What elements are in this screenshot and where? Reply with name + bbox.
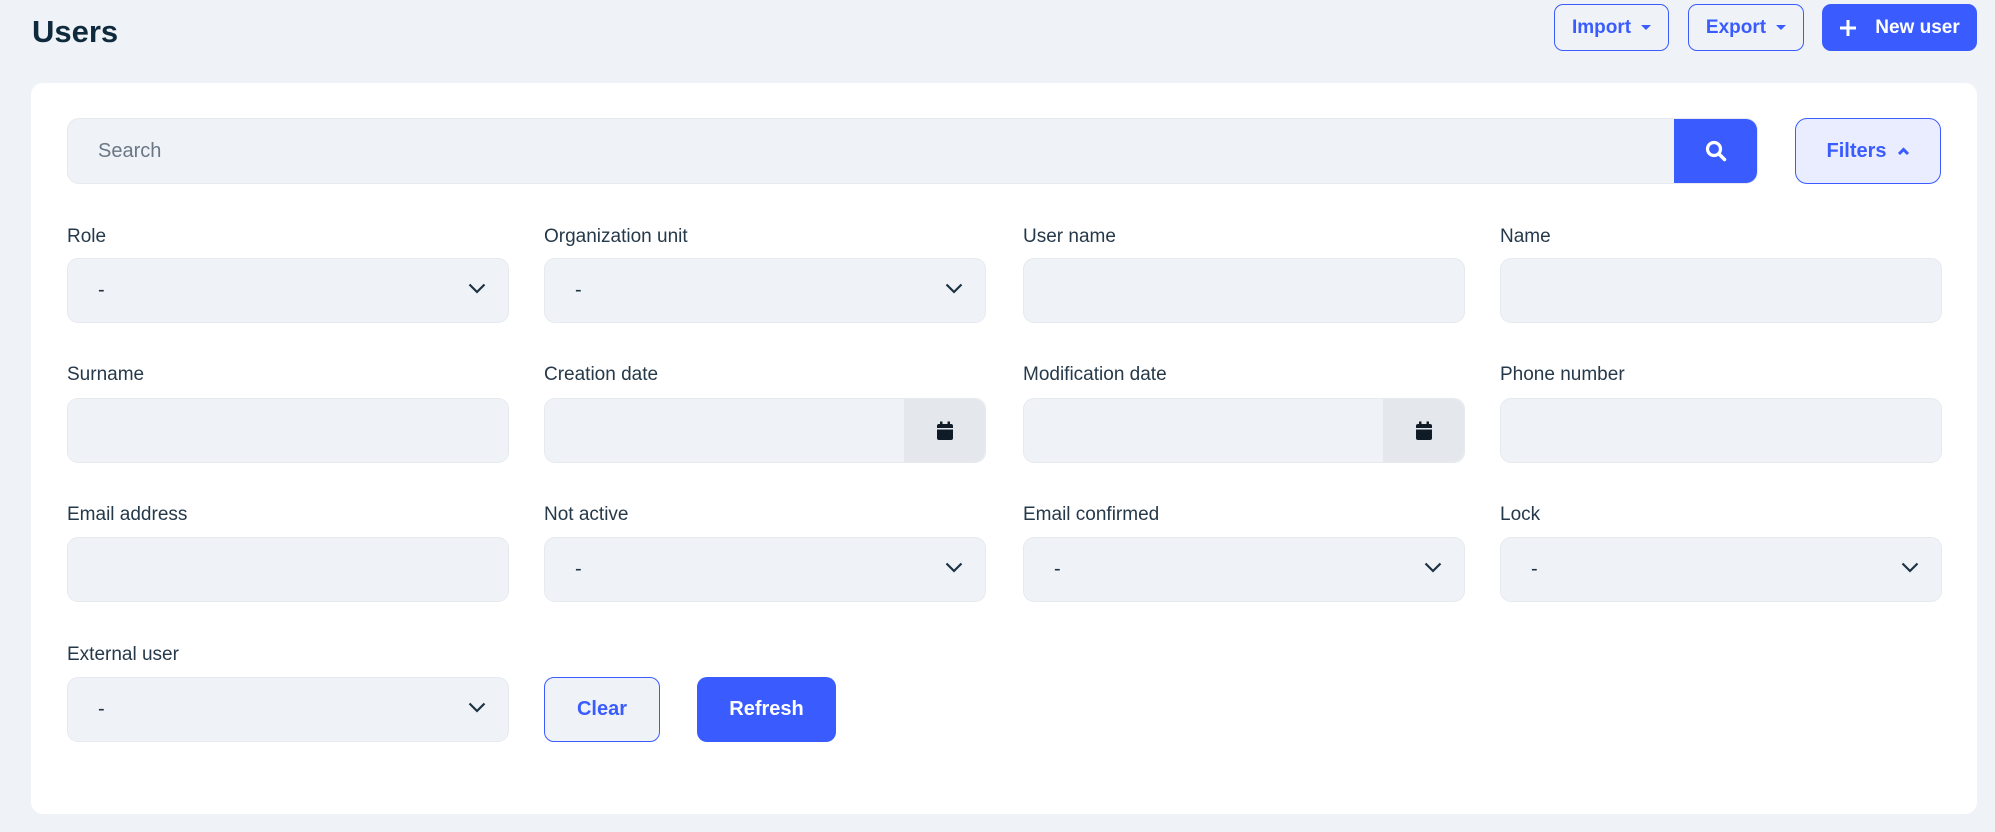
phone-number-label: Phone number <box>1500 364 1625 385</box>
chevron-down-icon <box>1901 562 1919 573</box>
email-confirmed-select[interactable]: - <box>1023 537 1465 602</box>
chevron-down-icon <box>468 283 486 294</box>
refresh-button[interactable]: Refresh <box>697 677 836 742</box>
new-user-button[interactable]: New user <box>1822 4 1977 51</box>
export-button[interactable]: Export <box>1688 4 1804 51</box>
page-title: Users <box>32 14 119 49</box>
clear-button[interactable]: Clear <box>544 677 660 742</box>
export-label: Export <box>1705 16 1767 38</box>
import-button[interactable]: Import <box>1554 4 1669 51</box>
calendar-icon <box>1415 421 1432 440</box>
selected-value: - <box>98 698 105 720</box>
calendar-button[interactable] <box>904 399 985 462</box>
search-icon <box>1705 140 1726 162</box>
calendar-icon <box>936 421 953 440</box>
modification-date-date-input[interactable] <box>1023 398 1465 463</box>
plus-icon <box>1840 19 1857 36</box>
name-input[interactable] <box>1500 258 1942 323</box>
selected-value: - <box>1054 558 1061 580</box>
not-active-label: Not active <box>544 504 629 525</box>
lock-label: Lock <box>1500 504 1541 525</box>
chevron-down-icon <box>1424 562 1442 573</box>
name-label: Name <box>1500 226 1551 247</box>
phone-number-input[interactable] <box>1500 398 1942 463</box>
chevron-down-icon <box>945 283 963 294</box>
email-confirmed-label: Email confirmed <box>1023 504 1160 525</box>
chevron-down-icon <box>945 562 963 573</box>
filters-label: Filters <box>1826 139 1887 162</box>
user-name-label: User name <box>1023 226 1116 247</box>
search-input[interactable] <box>68 119 1668 183</box>
selected-value: - <box>575 558 582 580</box>
email-address-input[interactable] <box>67 537 509 602</box>
surname-input[interactable] <box>67 398 509 463</box>
caret-down-icon <box>1776 25 1787 30</box>
email-address-label: Email address <box>67 504 188 525</box>
lock-select[interactable]: - <box>1500 537 1942 602</box>
search-button[interactable] <box>1674 119 1757 183</box>
role-select[interactable]: - <box>67 258 509 323</box>
user-name-input[interactable] <box>1023 258 1465 323</box>
calendar-button[interactable] <box>1383 399 1464 462</box>
external-user-label: External user <box>67 644 179 665</box>
not-active-select[interactable]: - <box>544 537 986 602</box>
selected-value: - <box>575 279 582 301</box>
organization-unit-select[interactable]: - <box>544 258 986 323</box>
selected-value: - <box>98 279 105 301</box>
search-bar <box>67 118 1758 184</box>
creation-date-date-input[interactable] <box>544 398 986 463</box>
caret-down-icon <box>1641 25 1652 30</box>
filters-toggle-button[interactable]: Filters <box>1795 118 1941 184</box>
chevron-down-icon <box>468 702 486 713</box>
modification-date-label: Modification date <box>1023 364 1167 385</box>
role-label: Role <box>67 226 107 247</box>
external-user-select[interactable]: - <box>67 677 509 742</box>
creation-date-label: Creation date <box>544 364 659 385</box>
new-user-label: New user <box>1875 16 1960 38</box>
import-label: Import <box>1571 16 1632 38</box>
chevron-up-icon <box>1897 146 1909 155</box>
surname-label: Surname <box>67 364 145 385</box>
selected-value: - <box>1531 558 1538 580</box>
organization-unit-label: Organization unit <box>544 226 688 247</box>
